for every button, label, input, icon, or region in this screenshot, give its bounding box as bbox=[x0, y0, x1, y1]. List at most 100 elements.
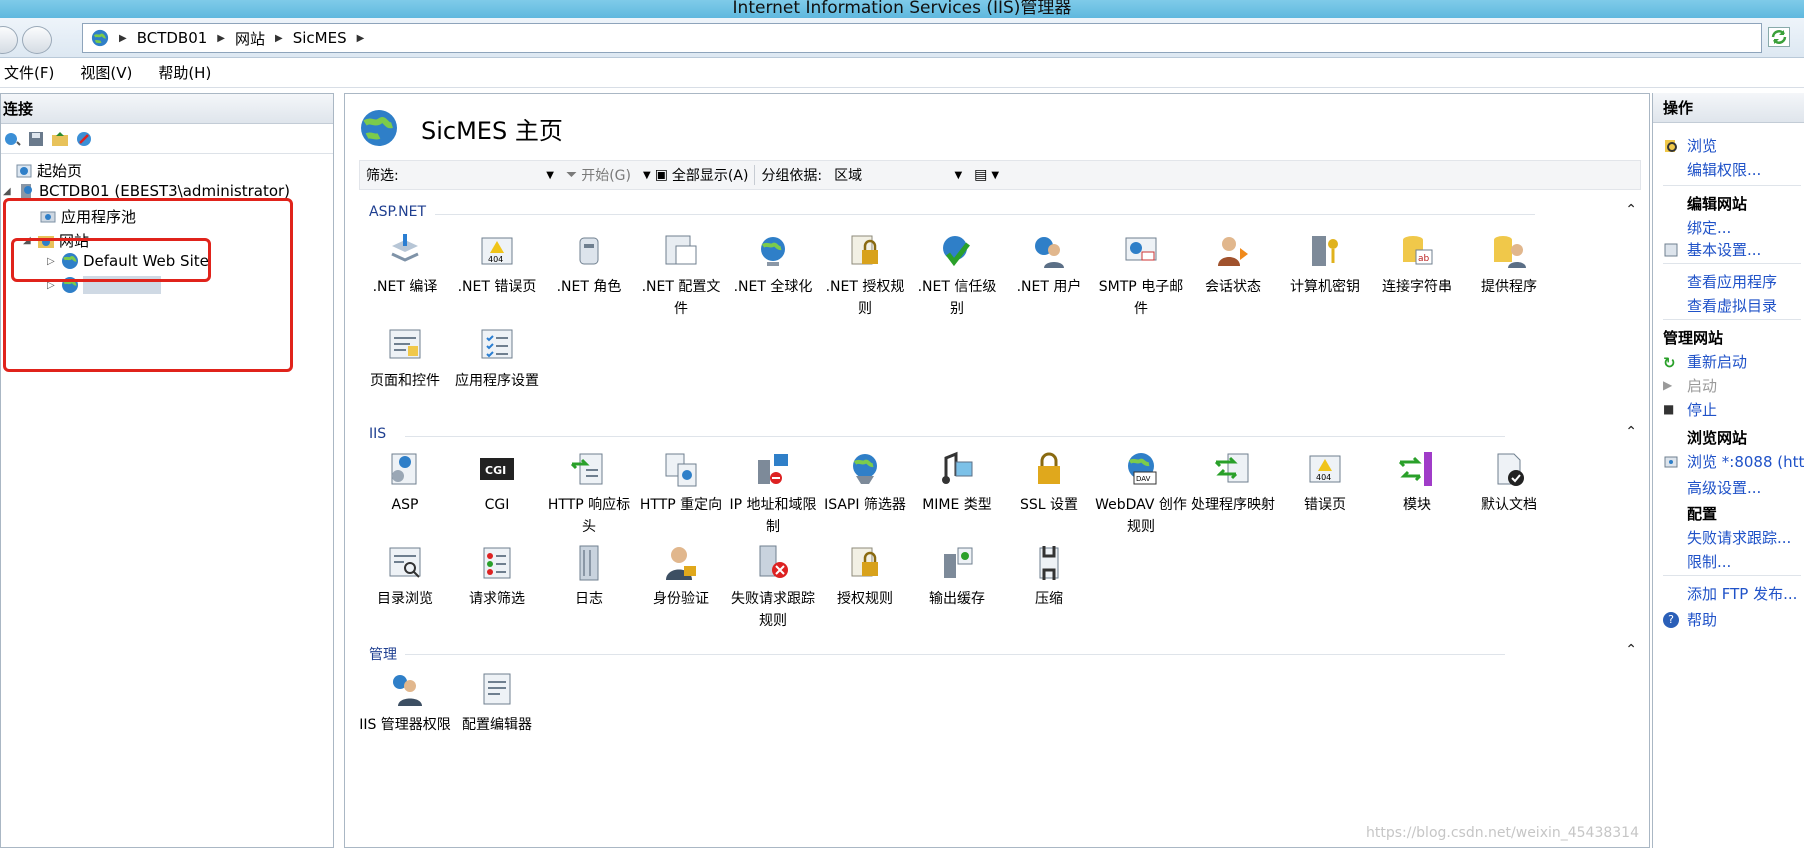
feature-logging[interactable]: 日志 bbox=[543, 544, 635, 610]
feature-providers[interactable]: 提供程序 bbox=[1463, 232, 1555, 298]
feature-request-filtering[interactable]: 请求筛选 bbox=[451, 544, 543, 610]
dropdown-arrow-icon[interactable]: ▼ bbox=[546, 170, 554, 181]
action-view-applications[interactable]: 查看应用程序 bbox=[1687, 271, 1777, 292]
feature-modules[interactable]: 模块 bbox=[1371, 450, 1463, 516]
error-page-icon: 404 bbox=[1309, 455, 1341, 483]
action-limits[interactable]: 限制... bbox=[1687, 551, 1731, 572]
feature-connection-strings[interactable]: ab 连接字符串 bbox=[1371, 232, 1463, 298]
connect-icon[interactable] bbox=[3, 130, 21, 148]
feature-output-caching[interactable]: 输出缓存 bbox=[911, 544, 1003, 610]
feature-net-users[interactable]: .NET 用户 bbox=[1003, 232, 1095, 298]
feature-http-redirect[interactable]: HTTP 重定向 bbox=[635, 450, 727, 516]
menu-help[interactable]: 帮助(H) bbox=[158, 62, 211, 83]
providers-icon bbox=[1494, 236, 1526, 268]
refresh-icon bbox=[1771, 30, 1787, 44]
feature-webdav-authoring-rules[interactable]: DAV WebDAV 创作规则 bbox=[1095, 450, 1187, 538]
collapse-icon[interactable]: ⌃ bbox=[1625, 202, 1637, 218]
feature-smtp-email[interactable]: SMTP 电子邮件 bbox=[1095, 232, 1187, 320]
feature-isapi-filters[interactable]: ISAPI 筛选器 bbox=[819, 450, 911, 516]
feature-net-compilation[interactable]: .NET 编译 bbox=[359, 232, 451, 298]
action-stop[interactable]: ■ 停止 bbox=[1663, 399, 1717, 420]
feature-cgi[interactable]: CGI CGI bbox=[451, 450, 543, 516]
tree-node-start-page[interactable]: 起始页 bbox=[15, 160, 82, 181]
address-toolbar: ▶ BCTDB01 ▶ 网站 ▶ SicMES ▶ bbox=[0, 18, 1804, 58]
feature-asp[interactable]: ASP bbox=[359, 450, 451, 516]
collapse-arrow-icon[interactable]: ◢ bbox=[3, 186, 13, 197]
forward-button[interactable] bbox=[22, 26, 52, 54]
feature-error-pages[interactable]: 404 错误页 bbox=[1279, 450, 1371, 516]
action-restart[interactable]: ↻ 重新启动 bbox=[1663, 351, 1747, 372]
action-start[interactable]: ▶ 启动 bbox=[1663, 375, 1717, 396]
authentication-icon bbox=[666, 547, 696, 580]
action-basic-settings[interactable]: 基本设置... bbox=[1663, 239, 1761, 260]
annotation-box-outer bbox=[3, 198, 293, 372]
group-by-select[interactable]: 区域 ▼ bbox=[828, 165, 968, 185]
feature-iis-manager-permissions[interactable]: IIS 管理器权限 bbox=[359, 670, 451, 736]
users-icon bbox=[1035, 237, 1064, 268]
actions-header: 操作 bbox=[1653, 93, 1804, 123]
action-bindings[interactable]: 绑定... bbox=[1687, 217, 1731, 238]
feature-directory-browsing[interactable]: 目录浏览 bbox=[359, 544, 451, 610]
group-divider bbox=[405, 436, 1505, 437]
breadcrumb-server[interactable]: BCTDB01 bbox=[137, 29, 208, 47]
action-add-ftp-publishing[interactable]: 添加 FTP 发布... bbox=[1687, 583, 1797, 604]
feature-machine-key[interactable]: 计算机密钥 bbox=[1279, 232, 1371, 298]
chevron-right-icon: ▶ bbox=[217, 32, 225, 44]
feature-failed-request-tracing[interactable]: 失败请求跟踪规则 bbox=[727, 544, 819, 632]
filter-field[interactable]: 筛选: ▼ bbox=[360, 165, 560, 185]
mime-types-icon bbox=[942, 451, 973, 484]
start-filter-button[interactable]: ⏷ 开始(G) bbox=[560, 165, 637, 185]
feature-ssl-settings[interactable]: SSL 设置 bbox=[1003, 450, 1095, 516]
feature-http-response-headers[interactable]: HTTP 响应标头 bbox=[543, 450, 635, 538]
view-mode-button[interactable]: ▤ ▼ bbox=[968, 167, 1005, 183]
group-header-management[interactable]: 管理 bbox=[369, 644, 397, 664]
feature-handler-mappings[interactable]: 处理程序映射 bbox=[1187, 450, 1279, 516]
feature-net-error-pages[interactable]: 404 .NET 错误页 bbox=[451, 232, 543, 298]
feature-net-roles[interactable]: .NET 角色 bbox=[543, 232, 635, 298]
menu-view[interactable]: 视图(V) bbox=[80, 62, 132, 83]
feature-configuration-editor[interactable]: 配置编辑器 bbox=[451, 670, 543, 736]
action-browse-port[interactable]: 浏览 *:8088 (http) bbox=[1663, 451, 1804, 472]
dropdown-arrow-icon: ▼ bbox=[642, 169, 651, 181]
action-view-virtual-directories[interactable]: 查看虚拟目录 bbox=[1687, 295, 1777, 316]
action-help[interactable]: ? 帮助 bbox=[1663, 609, 1717, 630]
collapse-icon[interactable]: ⌃ bbox=[1625, 642, 1637, 658]
feature-authorization-rules[interactable]: 授权规则 bbox=[819, 544, 911, 610]
feature-ip-domain-restrictions[interactable]: IP 地址和域限制 bbox=[727, 450, 819, 538]
back-button[interactable] bbox=[0, 26, 18, 54]
refresh-button[interactable] bbox=[1768, 27, 1790, 47]
compression-icon bbox=[1039, 546, 1059, 580]
feature-session-state[interactable]: 会话状态 bbox=[1187, 232, 1279, 298]
save-icon[interactable] bbox=[27, 130, 45, 148]
database-icon: ab bbox=[1403, 236, 1433, 265]
feature-pages-and-controls[interactable]: 页面和控件 bbox=[359, 326, 451, 392]
action-edit-permissions[interactable]: 编辑权限... bbox=[1687, 159, 1761, 180]
feature-mime-types[interactable]: MIME 类型 bbox=[911, 450, 1003, 516]
breadcrumb-site[interactable]: SicMES bbox=[293, 29, 347, 47]
chevron-right-icon: ▶ bbox=[119, 32, 127, 44]
group-header-aspnet[interactable]: ASP.NET bbox=[369, 204, 426, 220]
feature-authentication[interactable]: 身份验证 bbox=[635, 544, 727, 610]
menu-file[interactable]: 文件(F) bbox=[4, 62, 54, 83]
ip-restriction-icon bbox=[758, 454, 788, 484]
breadcrumb-sites[interactable]: 网站 bbox=[235, 28, 265, 49]
action-failed-request-tracing[interactable]: 失败请求跟踪... bbox=[1687, 527, 1791, 548]
feature-net-trust-levels[interactable]: .NET 信任级别 bbox=[911, 232, 1003, 320]
trust-check-icon bbox=[943, 236, 970, 267]
group-header-iis[interactable]: IIS bbox=[369, 426, 386, 442]
show-all-button[interactable]: ▼ ▣ 全部显示(A) bbox=[637, 165, 754, 185]
feature-compression[interactable]: 压缩 bbox=[1003, 544, 1095, 610]
action-advanced-settings[interactable]: 高级设置... bbox=[1687, 477, 1761, 498]
collapse-icon[interactable]: ⌃ bbox=[1625, 424, 1637, 440]
up-folder-icon[interactable] bbox=[51, 130, 69, 148]
start-page-icon bbox=[16, 164, 32, 177]
feature-net-profile[interactable]: .NET 配置文件 bbox=[635, 232, 727, 320]
restart-icon: ↻ bbox=[1663, 353, 1676, 372]
disconnect-icon[interactable] bbox=[75, 130, 93, 148]
feature-net-authorization-rules[interactable]: .NET 授权规则 bbox=[819, 232, 911, 320]
action-browse[interactable]: 浏览 bbox=[1663, 135, 1717, 156]
feature-app-settings[interactable]: 应用程序设置 bbox=[451, 326, 543, 392]
feature-net-globalization[interactable]: .NET 全球化 bbox=[727, 232, 819, 298]
address-bar[interactable]: ▶ BCTDB01 ▶ 网站 ▶ SicMES ▶ bbox=[82, 23, 1762, 53]
feature-default-document[interactable]: 默认文档 bbox=[1463, 450, 1555, 516]
